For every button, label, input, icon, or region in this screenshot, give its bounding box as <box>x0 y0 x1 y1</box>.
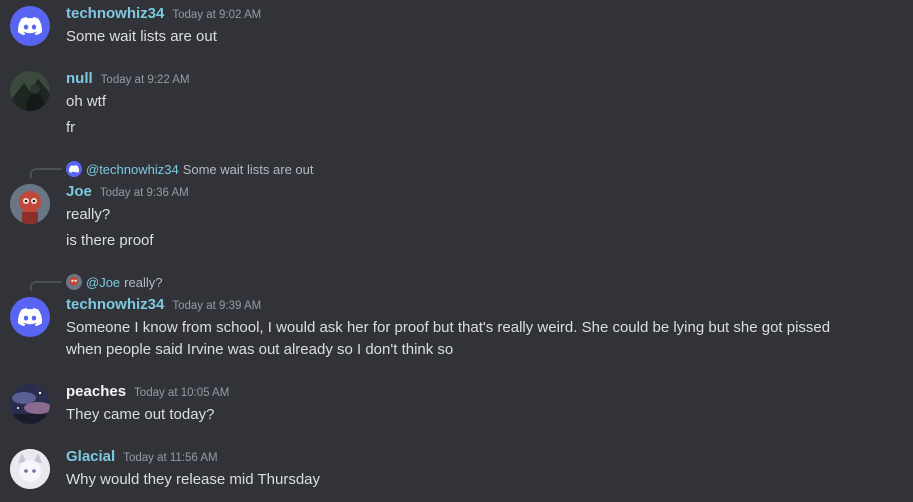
message-content: Some wait lists are out <box>66 28 217 45</box>
message-timestamp[interactable]: Today at 11:56 AM <box>123 452 217 464</box>
message-author[interactable]: Joe <box>66 183 92 200</box>
message-content: is there proof <box>66 232 154 249</box>
reply-preview[interactable]: @technowhiz34 Some wait lists are out <box>66 160 313 178</box>
message-timestamp[interactable]: Today at 9:39 AM <box>172 300 261 312</box>
red-character-avatar <box>66 274 82 290</box>
message-content: Someone I know from school, I would ask … <box>66 319 831 358</box>
message-content: They came out today? <box>66 406 215 423</box>
message-timestamp[interactable]: Today at 9:02 AM <box>172 9 261 21</box>
message-author[interactable]: technowhiz34 <box>66 296 164 313</box>
message-content: really? <box>66 206 111 223</box>
discord-logo-icon[interactable] <box>10 297 50 337</box>
message-content: Why would they release mid Thursday <box>66 471 321 488</box>
message-content: oh wtf <box>66 93 107 110</box>
white-character-avatar[interactable] <box>10 449 50 489</box>
night-sky-avatar[interactable] <box>10 384 50 424</box>
reply-preview[interactable]: @Joe really? <box>66 273 162 291</box>
reply-spine <box>30 281 62 291</box>
discord-logo-icon <box>66 161 82 177</box>
reply-excerpt[interactable]: really? <box>124 275 162 290</box>
message-timestamp[interactable]: Today at 9:22 AM <box>101 74 190 86</box>
reply-spine <box>30 168 62 178</box>
message-timestamp[interactable]: Today at 9:36 AM <box>100 187 189 199</box>
message-author[interactable]: technowhiz34 <box>66 5 164 22</box>
message-author[interactable]: peaches <box>66 383 126 400</box>
message-author[interactable]: Glacial <box>66 448 115 465</box>
message-timestamp[interactable]: Today at 10:05 AM <box>134 387 229 399</box>
discord-logo-icon[interactable] <box>10 6 50 46</box>
message-author[interactable]: null <box>66 70 93 87</box>
chat-message-list: technowhiz34 Today at 9:02 AM Some wait … <box>0 0 913 502</box>
message-content: fr <box>66 119 76 136</box>
reply-excerpt[interactable]: Some wait lists are out <box>183 162 314 177</box>
red-character-avatar[interactable] <box>10 184 50 224</box>
reply-mention[interactable]: @technowhiz34 <box>86 162 179 177</box>
dark-portrait-avatar[interactable] <box>10 71 50 111</box>
reply-mention[interactable]: @Joe <box>86 275 120 290</box>
